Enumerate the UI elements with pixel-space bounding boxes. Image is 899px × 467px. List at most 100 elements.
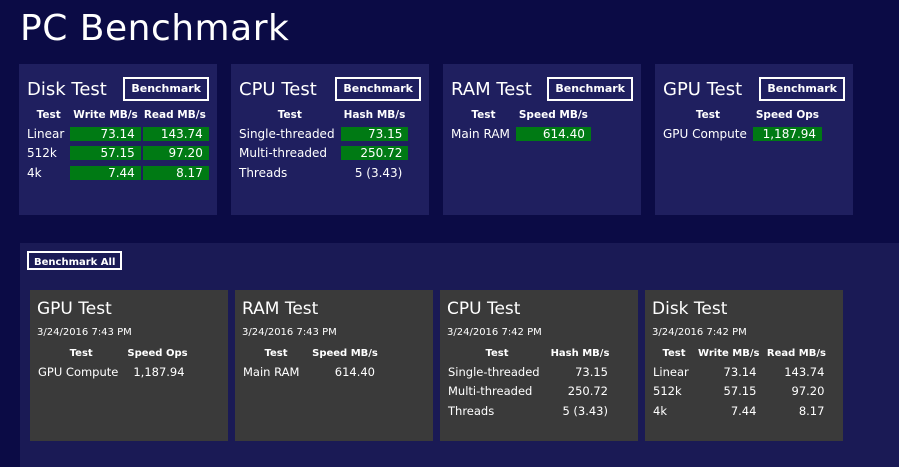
- speed-value: 614.40: [334, 364, 375, 379]
- table-row: 512k 57.15 97.20: [653, 382, 830, 402]
- cpu-test-title: CPU Test: [239, 79, 317, 100]
- disk-history-card: Disk Test 3/24/2016 7:42 PM Test Write M…: [645, 290, 843, 441]
- col-header: Test: [277, 109, 302, 121]
- ram-history-date: 3/24/2016 7:43 PM: [242, 327, 337, 338]
- disk-benchmark-button[interactable]: Benchmark: [123, 77, 209, 101]
- col-header: Test: [264, 348, 288, 359]
- row-label: Threads: [448, 403, 495, 418]
- cpu-benchmark-button[interactable]: Benchmark: [335, 77, 421, 101]
- table-row: 4k 7.44 8.17: [653, 401, 830, 421]
- ram-benchmark-button[interactable]: Benchmark: [547, 77, 633, 101]
- gpu-history-table: Test Speed Ops GPU Compute 1,187.94: [38, 348, 191, 382]
- read-value: 8.17: [142, 165, 209, 180]
- col-header: Test: [471, 109, 496, 121]
- table-row: Main RAM 614.40: [243, 362, 381, 382]
- table-row: Multi-threaded 250.72: [239, 144, 409, 164]
- col-header: Speed Ops: [755, 109, 820, 121]
- cpu-results-table: Test Hash MB/s Single-threaded 73.15 Mul…: [239, 109, 409, 183]
- cpu-test-tile: CPU Test Benchmark Test Hash MB/s Single…: [231, 64, 429, 215]
- hash-value: 73.15: [575, 364, 608, 379]
- write-value: 57.15: [723, 384, 757, 399]
- row-label: Main RAM: [243, 364, 300, 379]
- threads-value: 5 (3.43): [354, 165, 403, 180]
- col-header: Test: [485, 348, 509, 359]
- col-header: Test: [695, 109, 721, 121]
- read-value: 97.20: [142, 146, 209, 161]
- col-header: Read MB/s: [143, 109, 206, 121]
- col-header: Test: [69, 348, 93, 359]
- read-value: 143.74: [784, 364, 825, 379]
- gpu-test-tile: GPU Test Benchmark Test Speed Ops GPU Co…: [655, 64, 853, 215]
- table-row: GPU Compute 1,187.94: [38, 362, 191, 382]
- write-value: 57.15: [70, 146, 141, 161]
- row-label: 512k: [653, 384, 682, 399]
- read-value: 97.20: [791, 384, 825, 399]
- col-header: Test: [662, 348, 686, 359]
- history-panel: Benchmark All GPU Test 3/24/2016 7:43 PM…: [20, 243, 899, 467]
- speed-value: 1,187.94: [752, 126, 823, 141]
- row-label: 512k: [27, 146, 57, 161]
- row-label: Linear: [653, 364, 689, 379]
- col-header: Write MB/s: [698, 348, 760, 359]
- disk-test-title: Disk Test: [27, 79, 107, 100]
- read-value: 143.74: [142, 126, 209, 141]
- col-header: Write MB/s: [73, 109, 138, 121]
- gpu-results-table: Test Speed Ops GPU Compute 1,187.94: [663, 109, 823, 144]
- table-row: Threads 5 (3.43): [448, 401, 614, 421]
- row-label: Threads: [239, 165, 288, 180]
- ram-history-table: Test Speed MB/s Main RAM 614.40: [243, 348, 381, 382]
- table-row: Main RAM 614.40: [451, 124, 591, 144]
- row-label: Main RAM: [451, 126, 510, 141]
- cpu-history-date: 3/24/2016 7:42 PM: [447, 327, 542, 338]
- cpu-history-table: Test Hash MB/s Single-threaded 73.15 Mul…: [448, 348, 614, 421]
- hash-value: 250.72: [340, 146, 409, 161]
- disk-test-tile: Disk Test Benchmark Test Write MB/s Read…: [19, 64, 217, 215]
- hash-value: 250.72: [567, 384, 608, 399]
- table-row: Single-threaded 73.15: [448, 362, 614, 382]
- cpu-history-title: CPU Test: [447, 299, 521, 319]
- gpu-history-title: GPU Test: [37, 299, 112, 319]
- disk-history-title: Disk Test: [652, 299, 728, 319]
- disk-history-table: Test Write MB/s Read MB/s Linear 73.14 1…: [653, 348, 830, 421]
- write-value: 7.44: [730, 403, 757, 418]
- ram-test-tile: RAM Test Benchmark Test Speed MB/s Main …: [443, 64, 641, 215]
- threads-value: 5 (3.43): [562, 403, 608, 418]
- row-label: GPU Compute: [38, 364, 119, 379]
- row-label: Multi-threaded: [448, 384, 533, 399]
- col-header: Test: [36, 109, 61, 121]
- row-label: GPU Compute: [663, 126, 747, 141]
- gpu-test-title: GPU Test: [663, 79, 743, 100]
- gpu-history-date: 3/24/2016 7:43 PM: [37, 327, 132, 338]
- page-title: PC Benchmark: [20, 8, 290, 49]
- hash-value: 73.15: [340, 126, 409, 141]
- table-row: GPU Compute 1,187.94: [663, 124, 823, 144]
- row-label: Multi-threaded: [239, 146, 327, 161]
- gpu-benchmark-button[interactable]: Benchmark: [759, 77, 845, 101]
- disk-history-date: 3/24/2016 7:42 PM: [652, 327, 747, 338]
- table-row: Multi-threaded 250.72: [448, 382, 614, 402]
- col-header: Speed MB/s: [312, 348, 378, 359]
- row-label: Single-threaded: [239, 126, 335, 141]
- ram-history-card: RAM Test 3/24/2016 7:43 PM Test Speed MB…: [235, 290, 433, 441]
- benchmark-all-button[interactable]: Benchmark All: [27, 251, 123, 270]
- table-row: 512k 57.15 97.20: [27, 144, 209, 164]
- col-header: Read MB/s: [766, 348, 826, 359]
- disk-results-table: Test Write MB/s Read MB/s Linear 73.14 1…: [27, 109, 209, 183]
- ram-history-title: RAM Test: [242, 299, 319, 319]
- write-value: 73.14: [723, 364, 757, 379]
- cpu-history-card: CPU Test 3/24/2016 7:42 PM Test Hash MB/…: [440, 290, 638, 441]
- gpu-history-card: GPU Test 3/24/2016 7:43 PM Test Speed Op…: [30, 290, 228, 441]
- row-label: 4k: [653, 403, 667, 418]
- table-row: Linear 73.14 143.74: [27, 124, 209, 144]
- col-header: Hash MB/s: [343, 109, 406, 121]
- table-row: Linear 73.14 143.74: [653, 362, 830, 382]
- table-row: 4k 7.44 8.17: [27, 163, 209, 183]
- ram-test-title: RAM Test: [451, 79, 532, 100]
- read-value: 8.17: [798, 403, 825, 418]
- speed-value: 614.40: [515, 126, 591, 141]
- row-label: Linear: [27, 126, 65, 141]
- write-value: 73.14: [70, 126, 141, 141]
- col-header: Speed Ops: [127, 348, 188, 359]
- write-value: 7.44: [70, 165, 141, 180]
- row-label: 4k: [27, 165, 42, 180]
